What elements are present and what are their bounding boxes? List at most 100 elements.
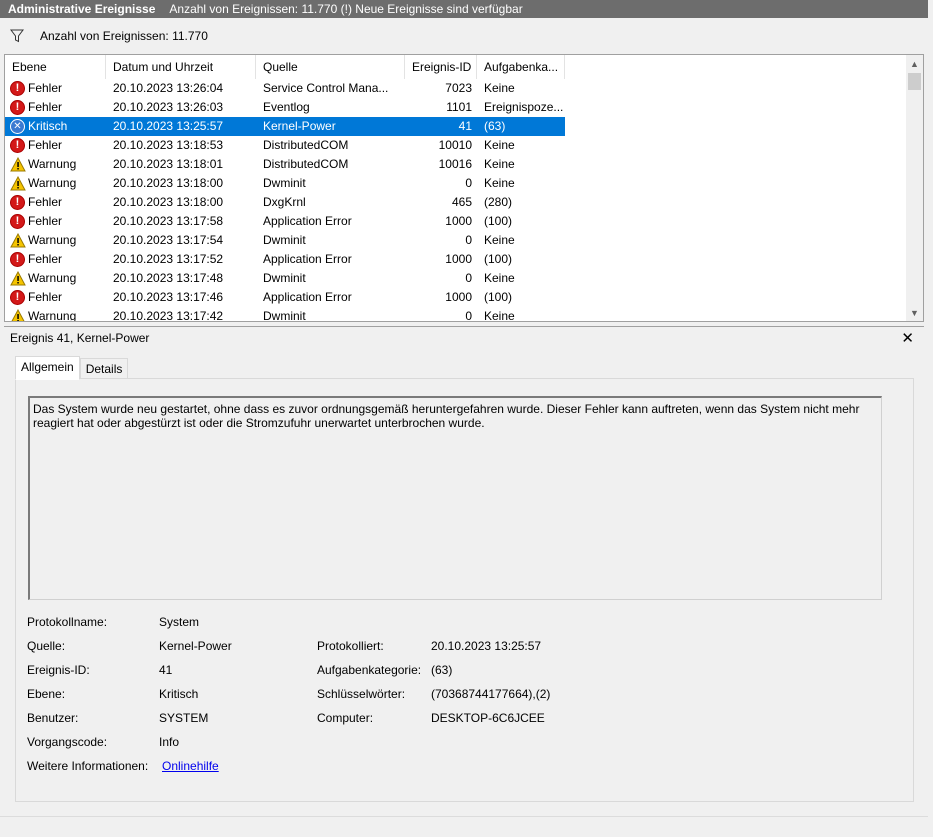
table-row[interactable]: ! Fehler 20.10.2023 13:26:04 Service Contro…	[5, 79, 907, 98]
right-edge	[928, 0, 933, 837]
cell-level: ! Fehler	[5, 136, 106, 155]
cell-date: 20.10.2023 13:17:52	[113, 252, 224, 266]
cell-level: ! Fehler	[5, 193, 106, 212]
cell-task: Keine	[484, 81, 515, 95]
value-logged[interactable]: 20.10.2023 13:25:57	[431, 639, 541, 653]
table-row[interactable]: Warnung 20.10.2023 13:18:00 Dwminit 0 Keine	[5, 174, 907, 193]
cell-date: 20.10.2023 13:18:01	[113, 157, 224, 171]
cell-event-id: 465	[451, 195, 472, 209]
tab-allgemein[interactable]: Allgemein	[15, 356, 80, 380]
table-row[interactable]: ! Fehler 20.10.2023 13:17:52 Application Er…	[5, 250, 907, 269]
event-rows: ! Fehler 20.10.2023 13:26:04 Service Contro…	[5, 79, 907, 322]
cell-date: 20.10.2023 13:17:42	[113, 309, 224, 322]
level-text: Warnung	[28, 157, 77, 171]
detail-pane-title: Ereignis 41, Kernel-Power	[10, 330, 150, 345]
column-header-source[interactable]: Quelle	[256, 55, 405, 79]
cell-date: 20.10.2023 13:25:57	[113, 119, 224, 133]
detail-pane-header: Ereignis 41, Kernel-Power ✕	[4, 326, 924, 348]
cell-task: (100)	[484, 252, 513, 266]
cell-source: Dwminit	[263, 309, 306, 322]
value-task-category[interactable]: (63)	[431, 663, 452, 677]
vertical-scrollbar[interactable]: ▲ ▼	[906, 55, 923, 321]
online-help-link[interactable]: Onlinehilfe	[162, 759, 219, 773]
column-header-level[interactable]: Ebene	[5, 55, 106, 79]
cell-date: 20.10.2023 13:17:48	[113, 271, 224, 285]
scroll-up-arrow-icon[interactable]: ▲	[906, 55, 923, 72]
title-text: Administrative Ereignisse	[8, 2, 156, 16]
cell-event-id: 41	[458, 119, 472, 133]
cell-level: Warnung	[5, 307, 106, 321]
cell-source: Eventlog	[263, 100, 310, 114]
error-icon: !	[10, 81, 25, 96]
column-header-date[interactable]: Datum und Uhrzeit	[106, 55, 256, 79]
level-text: Fehler	[28, 214, 63, 228]
table-row[interactable]: Warnung 20.10.2023 13:17:54 Dwminit 0 Keine	[5, 231, 907, 250]
table-row[interactable]: Warnung 20.10.2023 13:17:42 Dwminit 0 Keine	[5, 307, 907, 322]
general-tab-panel: Das System wurde neu gestartet, ohne das…	[15, 378, 914, 802]
cell-event-id: 1000	[445, 214, 472, 228]
cell-task: Keine	[484, 157, 515, 171]
filter-funnel-icon[interactable]	[10, 29, 24, 43]
cell-task: (63)	[484, 119, 506, 133]
cell-task: Keine	[484, 176, 515, 190]
value-level[interactable]: Kritisch	[159, 687, 198, 701]
cell-source: DxgKrnl	[263, 195, 306, 209]
cell-source: DistributedCOM	[263, 157, 349, 171]
scrollbar-thumb[interactable]	[908, 73, 921, 90]
cell-date: 20.10.2023 13:18:00	[113, 195, 224, 209]
value-user[interactable]: SYSTEM	[159, 711, 208, 725]
event-description[interactable]: Das System wurde neu gestartet, ohne das…	[28, 396, 882, 600]
value-opcode[interactable]: Info	[159, 735, 179, 749]
error-icon: !	[10, 252, 25, 267]
level-text: Fehler	[28, 252, 63, 266]
warning-icon	[10, 232, 26, 248]
table-row[interactable]: ✕ Kritisch 20.10.2023 13:25:57 Kernel-Power…	[5, 117, 565, 136]
level-text: Kritisch	[28, 119, 68, 133]
cell-source: DistributedCOM	[263, 138, 349, 152]
table-row[interactable]: Warnung 20.10.2023 13:17:48 Dwminit 0 Keine	[5, 269, 907, 288]
tab-details[interactable]: Details	[79, 358, 129, 380]
cell-level: ✕ Kritisch	[5, 117, 106, 136]
label-keywords: Schlüsselwörter:	[317, 687, 406, 701]
cell-date: 20.10.2023 13:18:00	[113, 176, 224, 190]
column-header-task[interactable]: Aufgabenka...	[477, 55, 565, 79]
cell-source: Application Error	[263, 252, 352, 266]
level-text: Warnung	[28, 233, 77, 247]
table-row[interactable]: ! Fehler 20.10.2023 13:18:53 DistributedCOM…	[5, 136, 907, 155]
cell-source: Application Error	[263, 290, 352, 304]
warning-icon	[10, 270, 26, 286]
value-source[interactable]: Kernel-Power	[159, 639, 232, 653]
value-event-id[interactable]: 41	[159, 663, 172, 677]
table-row[interactable]: ! Fehler 20.10.2023 13:17:58 Application Er…	[5, 212, 907, 231]
cell-level: ! Fehler	[5, 212, 106, 231]
cell-level: Warnung	[5, 155, 106, 174]
cell-level: ! Fehler	[5, 288, 106, 307]
cell-task: Keine	[484, 309, 515, 322]
bottom-area	[0, 816, 933, 837]
value-log-name[interactable]: System	[159, 615, 199, 629]
event-count-label: Anzahl von Ereignissen: 11.770	[40, 29, 208, 43]
cell-task: (280)	[484, 195, 513, 209]
cell-event-id: 0	[465, 271, 472, 285]
table-row[interactable]: Warnung 20.10.2023 13:18:01 DistributedCOM…	[5, 155, 907, 174]
level-text: Fehler	[28, 138, 63, 152]
column-header-event-id[interactable]: Ereignis-ID	[405, 55, 477, 79]
cell-level: ! Fehler	[5, 79, 106, 98]
table-row[interactable]: ! Fehler 20.10.2023 13:17:46 Application Er…	[5, 288, 907, 307]
cell-task: (100)	[484, 214, 513, 228]
cell-level: ! Fehler	[5, 98, 106, 117]
cell-level: Warnung	[5, 231, 106, 250]
value-keywords[interactable]: (70368744177664),(2)	[431, 687, 550, 701]
error-icon: !	[10, 290, 25, 305]
scroll-down-arrow-icon[interactable]: ▼	[906, 304, 923, 321]
table-row[interactable]: ! Fehler 20.10.2023 13:26:03 Eventlog 1101 Er…	[5, 98, 907, 117]
cell-source: Kernel-Power	[263, 119, 336, 133]
table-row[interactable]: ! Fehler 20.10.2023 13:18:00 DxgKrnl 465 (280…	[5, 193, 907, 212]
close-icon[interactable]: ✕	[901, 329, 914, 347]
level-text: Fehler	[28, 100, 63, 114]
event-list[interactable]: Ebene Datum und Uhrzeit Quelle Ereignis-…	[4, 54, 924, 322]
value-computer[interactable]: DESKTOP-6C6JCEE	[431, 711, 545, 725]
level-text: Fehler	[28, 290, 63, 304]
cell-level: ! Fehler	[5, 250, 106, 269]
detail-tabs: Allgemein Details	[15, 356, 129, 380]
